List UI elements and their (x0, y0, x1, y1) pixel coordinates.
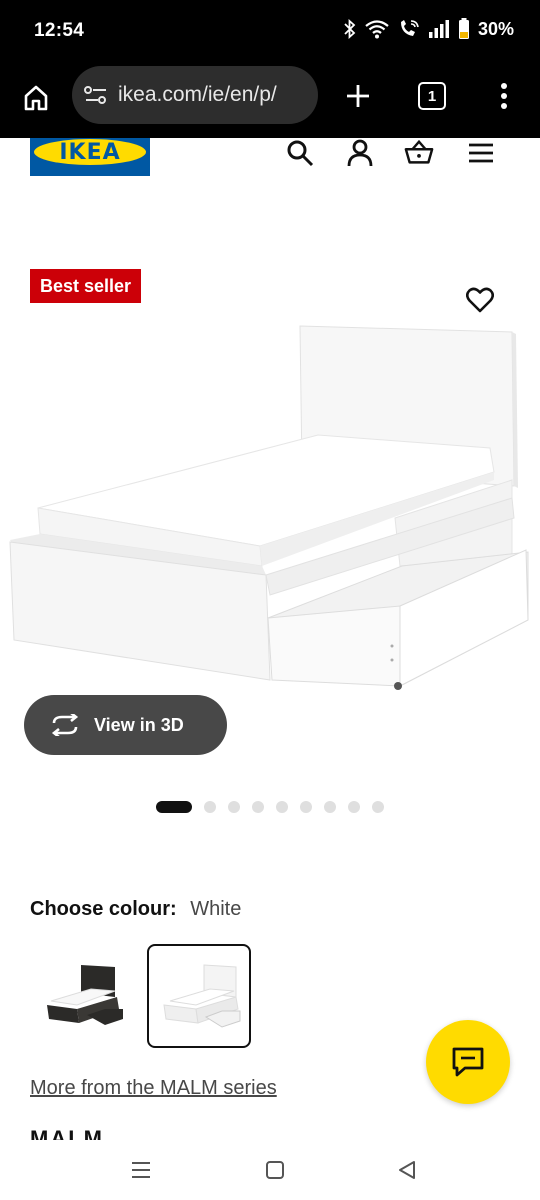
series-heading-partial: MALM (30, 1126, 104, 1140)
back-button[interactable] (393, 1156, 421, 1184)
best-seller-badge: Best seller (30, 269, 142, 303)
search-button[interactable] (285, 138, 315, 168)
logo-text: IKEA (59, 139, 121, 165)
plus-icon (347, 85, 369, 107)
black-brown-bed-thumbnail (47, 965, 123, 1025)
image-carousel-dots (156, 801, 384, 813)
home-square-icon (266, 1161, 284, 1179)
account-button[interactable] (345, 138, 375, 168)
battery-percent: 30% (477, 18, 514, 39)
recent-apps-icon (132, 1162, 150, 1178)
basket-icon (404, 139, 434, 164)
choose-colour-label: Choose colour: (30, 898, 177, 920)
carousel-dot[interactable] (276, 801, 288, 813)
favourite-button[interactable] (464, 284, 496, 316)
more-vert-icon (501, 83, 507, 109)
status-bar: 12:54 30% (0, 0, 540, 58)
search-icon (287, 140, 314, 167)
basket-button[interactable] (404, 138, 434, 168)
rotate-3d-icon (51, 714, 79, 736)
carousel-dot[interactable] (300, 801, 312, 813)
choose-colour-row: Choose colour: White (30, 898, 241, 921)
more-from-series-link[interactable]: More from the MALM series (30, 1077, 277, 1100)
white-bed-thumbnail (163, 964, 241, 1028)
wifi-icon (364, 19, 390, 39)
status-icons: 30% (344, 18, 514, 40)
home-button[interactable] (18, 80, 54, 116)
colour-swatch-white[interactable] (147, 944, 251, 1048)
wifi-call-icon (398, 19, 420, 39)
system-nav-bar (0, 1140, 540, 1200)
chat-icon (452, 1047, 484, 1077)
carousel-dot[interactable] (348, 801, 360, 813)
screen: 12:54 30% ikea.com/ie/en/p/ 1 IKEA Best … (0, 0, 540, 1200)
colour-swatch-black-brown[interactable] (30, 944, 134, 1048)
chat-button[interactable] (426, 1020, 510, 1104)
site-settings-icon[interactable] (84, 85, 108, 105)
carousel-dot[interactable] (324, 801, 336, 813)
home-nav-button[interactable] (261, 1156, 289, 1184)
product-image[interactable] (0, 320, 540, 700)
browser-menu-button[interactable] (492, 78, 516, 114)
carousel-dot[interactable] (252, 801, 264, 813)
new-tab-button[interactable] (340, 78, 376, 114)
bluetooth-icon (344, 19, 356, 39)
battery-icon (458, 18, 470, 40)
carousel-dot-active[interactable] (156, 801, 192, 813)
carousel-dot[interactable] (228, 801, 240, 813)
recent-apps-button[interactable] (127, 1156, 155, 1184)
back-triangle-icon (399, 1161, 415, 1179)
carousel-dot[interactable] (372, 801, 384, 813)
browser-toolbar: ikea.com/ie/en/p/ 1 (0, 58, 540, 138)
view-in-3d-label: View in 3D (94, 714, 184, 735)
view-in-3d-button[interactable]: View in 3D (24, 695, 227, 755)
ikea-logo[interactable]: IKEA (30, 138, 150, 176)
signal-icon (428, 19, 450, 39)
menu-button[interactable] (466, 138, 496, 168)
carousel-dot[interactable] (204, 801, 216, 813)
account-icon (347, 139, 373, 167)
hamburger-menu-icon (469, 143, 493, 163)
heart-icon (466, 287, 494, 313)
bed-illustration (9, 325, 529, 690)
choose-colour-value: White (190, 898, 242, 920)
logo-oval: IKEA (34, 139, 146, 165)
status-time: 12:54 (34, 20, 85, 41)
home-icon (24, 85, 48, 111)
tab-switcher-button[interactable]: 1 (418, 82, 446, 110)
url-text: ikea.com/ie/en/p/ (118, 83, 277, 106)
address-bar[interactable]: ikea.com/ie/en/p/ (72, 66, 318, 124)
